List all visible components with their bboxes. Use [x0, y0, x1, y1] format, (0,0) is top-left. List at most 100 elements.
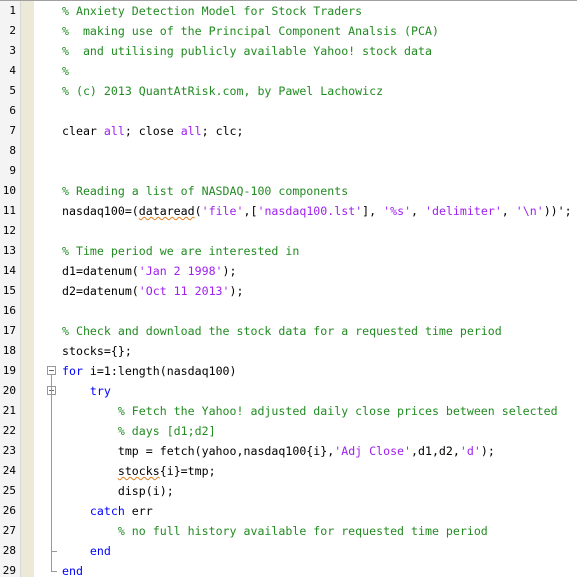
- code-line[interactable]: 20 try: [0, 381, 577, 401]
- code-line[interactable]: 7 clear all; close all; clc;: [0, 121, 577, 141]
- string: 'file': [201, 204, 244, 218]
- code-line[interactable]: 9: [0, 161, 577, 181]
- string: all: [180, 124, 202, 138]
- code-text[interactable]: end: [62, 561, 83, 581]
- code-line[interactable]: 10 % Reading a list of NASDAQ-100 compone…: [0, 181, 577, 201]
- code-line[interactable]: 17 % Check and download the stock data fo…: [0, 321, 577, 341]
- code-text[interactable]: d2=datenum('Oct 11 2013');: [62, 281, 244, 301]
- line-number: 7: [9, 124, 16, 137]
- line-number: 23: [2, 444, 16, 457]
- code-text[interactable]: stocks={};: [62, 341, 132, 361]
- comment: % making use of the Principal Component …: [62, 24, 439, 38]
- fold-guide-for: [51, 375, 52, 571]
- line-number: 18: [2, 344, 16, 357]
- code-token: stocks={};: [62, 344, 132, 358]
- code-text[interactable]: % no full history available for requeste…: [62, 521, 488, 541]
- code-line[interactable]: 25 disp(i);: [0, 481, 577, 501]
- code-text[interactable]: tmp = fetch(yahoo,nasdaq100{i},'Adj Clos…: [62, 441, 495, 461]
- code-text[interactable]: % making use of the Principal Component …: [62, 21, 439, 41]
- code-line[interactable]: 1 % Anxiety Detection Model for Stock Tra…: [0, 1, 577, 21]
- code-text[interactable]: end: [62, 541, 111, 561]
- code-token: );: [480, 444, 495, 458]
- code-text[interactable]: % days [d1;d2]: [62, 421, 216, 441]
- keyword: for: [62, 364, 83, 378]
- line-number: 5: [9, 84, 16, 97]
- code-text[interactable]: % Check and download the stock data for …: [62, 321, 502, 341]
- comment: % Anxiety Detection Model for Stock Trad…: [62, 4, 363, 18]
- code-text[interactable]: catch err: [62, 501, 153, 521]
- code-line[interactable]: 8: [0, 141, 577, 161]
- comment: % days [d1;d2]: [117, 424, 216, 438]
- code-token: d2=datenum(: [62, 284, 139, 298]
- line-number: 13: [2, 244, 16, 257]
- warning-token: dataread: [138, 204, 195, 218]
- code-line[interactable]: 29 end: [0, 561, 577, 581]
- code-text[interactable]: % and utilising publicly available Yahoo…: [62, 41, 432, 61]
- code-token: ,d1,d2,: [411, 444, 460, 458]
- code-line[interactable]: 13 % Time period we are interested in: [0, 241, 577, 261]
- code-line[interactable]: 14 d1=datenum('Jan 2 1998');: [0, 261, 577, 281]
- code-line[interactable]: 22 % days [d1;d2]: [0, 421, 577, 441]
- string: 'nasdaq100.lst': [257, 204, 363, 218]
- line-number: 10: [2, 184, 16, 197]
- code-line[interactable]: 21 % Fetch the Yahoo! adjusted daily clo…: [0, 401, 577, 421]
- code-text[interactable]: % Reading a list of NASDAQ-100 component…: [62, 181, 348, 201]
- code-text[interactable]: % (c) 2013 QuantAtRisk.com, by Pawel Lac…: [62, 81, 383, 101]
- code-line[interactable]: 4%: [0, 61, 577, 81]
- warning-token: stocks: [117, 464, 160, 478]
- code-line[interactable]: 23 tmp = fetch(yahoo,nasdaq100{i},'Adj C…: [0, 441, 577, 461]
- code-text[interactable]: % Time period we are interested in: [62, 241, 299, 261]
- code-line[interactable]: 24 stocks{i}=tmp;: [0, 461, 577, 481]
- line-number: 8: [9, 144, 16, 157]
- code-line[interactable]: 2 % making use of the Principal Component…: [0, 21, 577, 41]
- line-number: 22: [2, 424, 16, 437]
- code-line[interactable]: 27 % no full history available for reque…: [0, 521, 577, 541]
- line-number: 26: [2, 504, 16, 517]
- code-text[interactable]: d1=datenum('Jan 2 1998');: [62, 261, 237, 281]
- code-line[interactable]: 15 d2=datenum('Oct 11 2013');: [0, 281, 577, 301]
- code-line[interactable]: 3 % and utilising publicly available Yaho…: [0, 41, 577, 61]
- comment: % Reading a list of NASDAQ-100 component…: [62, 184, 349, 198]
- code-text[interactable]: % Fetch the Yahoo! adjusted daily close …: [62, 401, 558, 421]
- line-number: 16: [2, 304, 16, 317]
- comment: % (c) 2013 QuantAtRisk.com, by Pawel Lac…: [62, 84, 384, 98]
- code-text[interactable]: clear all; close all; clc;: [62, 121, 244, 141]
- line-number: 9: [9, 164, 16, 177]
- code-token: nasdaq100=(: [62, 204, 139, 218]
- code-line[interactable]: 19 for i=1:length(nasdaq100): [0, 361, 577, 381]
- code-token: ; clc;: [201, 124, 244, 138]
- keyword: end: [89, 544, 111, 558]
- code-line[interactable]: 18 stocks={};: [0, 341, 577, 361]
- fold-collapse-icon-for[interactable]: [47, 366, 56, 375]
- code-line[interactable]: 12: [0, 221, 577, 241]
- code-text[interactable]: stocks{i}=tmp;: [62, 461, 216, 481]
- code-line[interactable]: 6: [0, 101, 577, 121]
- code-text[interactable]: %: [62, 61, 69, 81]
- code-text[interactable]: try: [62, 381, 111, 401]
- code-token: (: [194, 204, 202, 218]
- code-line[interactable]: 26 catch err: [0, 501, 577, 521]
- string: all: [103, 124, 125, 138]
- line-number: 15: [2, 284, 16, 297]
- code-line[interactable]: 16: [0, 301, 577, 321]
- code-text[interactable]: nasdaq100=(dataread('file',['nasdaq100.l…: [62, 201, 572, 221]
- code-line[interactable]: 28 end: [0, 541, 577, 561]
- code-text[interactable]: for i=1:length(nasdaq100): [62, 361, 237, 381]
- code-line[interactable]: 11 nasdaq100=(dataread('file',['nasdaq100…: [0, 201, 577, 221]
- code-token: ,: [501, 204, 516, 218]
- code-line[interactable]: 5 % (c) 2013 QuantAtRisk.com, by Pawel La…: [0, 81, 577, 101]
- code-text[interactable]: % Anxiety Detection Model for Stock Trad…: [62, 1, 362, 21]
- code-token: d1=datenum(: [62, 264, 139, 278]
- line-number: 21: [2, 404, 16, 417]
- comment: % Fetch the Yahoo! adjusted daily close …: [117, 404, 558, 418]
- comment: % no full history available for requeste…: [117, 524, 488, 538]
- code-text[interactable]: disp(i);: [62, 481, 174, 501]
- code-token: ))';: [543, 204, 572, 218]
- string: 'delimiter': [425, 204, 502, 218]
- comment: % Check and download the stock data for …: [62, 324, 502, 338]
- line-number: 6: [9, 104, 16, 117]
